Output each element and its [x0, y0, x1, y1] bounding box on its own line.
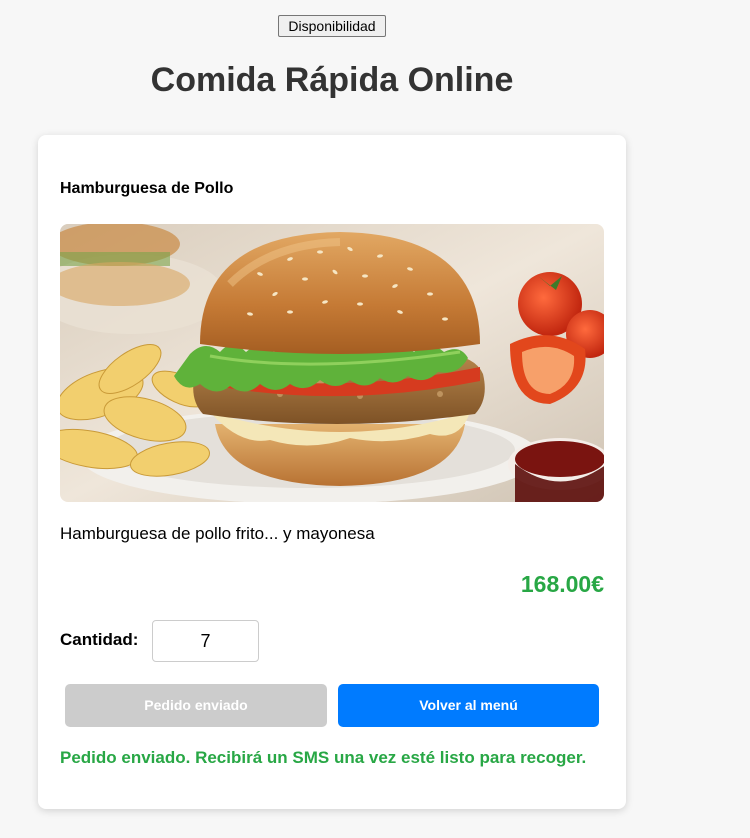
order-sent-button[interactable]: Pedido enviado: [65, 684, 327, 727]
quantity-input[interactable]: [152, 620, 259, 662]
page-title: Comida Rápida Online: [150, 61, 514, 99]
back-to-menu-button[interactable]: Volver al menú: [338, 684, 599, 727]
product-description: Hamburguesa de pollo frito... y mayonesa: [60, 524, 375, 543]
product-price: 168.00€: [520, 571, 604, 597]
availability-button[interactable]: Disponibilidad: [278, 15, 386, 37]
product-image: [60, 224, 604, 502]
order-status-message: Pedido enviado. Recibirá un SMS una vez …: [60, 748, 587, 767]
product-card: Hamburguesa de Pollo Hamburguesa de poll…: [38, 135, 626, 809]
quantity-label: Cantidad:: [60, 630, 139, 649]
product-name: Hamburguesa de Pollo: [60, 180, 234, 197]
